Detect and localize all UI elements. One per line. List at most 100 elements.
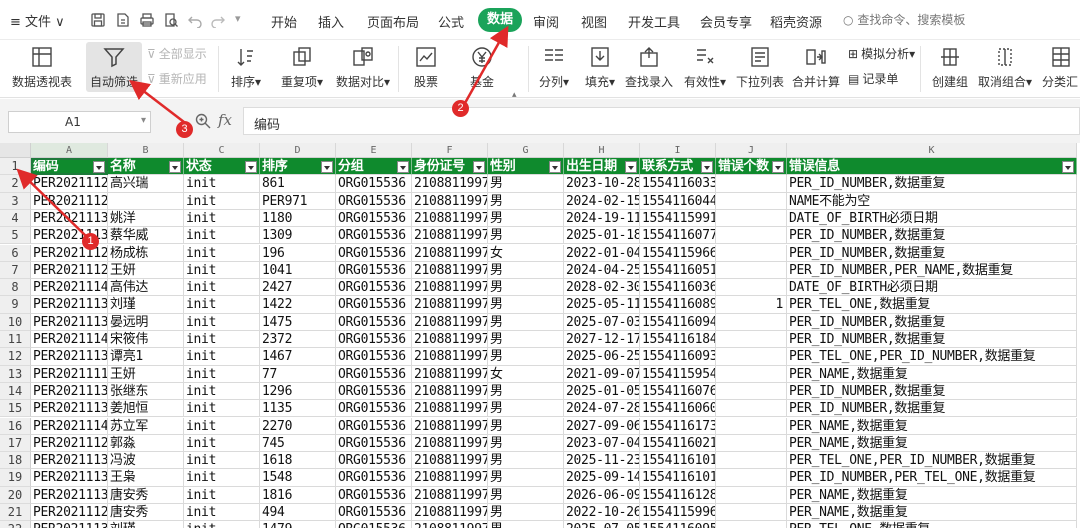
row-header[interactable]: 4 xyxy=(0,209,31,228)
table-cell[interactable]: 1475 xyxy=(260,313,336,331)
undo-icon[interactable] xyxy=(187,12,203,29)
table-cell[interactable]: 2021-09-07 xyxy=(564,365,640,383)
column-header[interactable]: F xyxy=(412,143,488,158)
table-cell[interactable]: ORG015536 xyxy=(336,486,412,504)
table-cell[interactable]: init xyxy=(184,400,260,418)
table-cell[interactable]: 15541160211 xyxy=(640,434,716,453)
table-cell[interactable]: 77 xyxy=(260,365,336,383)
fill-button[interactable]: 填充▾ xyxy=(582,42,618,90)
quick-access-more-icon[interactable]: ▾ xyxy=(235,12,251,28)
filter-dropdown-icon[interactable] xyxy=(93,161,105,173)
table-cell[interactable]: PER_ID_NUMBER,数据重复 xyxy=(787,175,1077,193)
table-cell[interactable]: PER_NAME,数据重复 xyxy=(787,434,1077,453)
data-compare-button[interactable]: 数据对比▾ xyxy=(334,42,392,90)
table-cell[interactable]: 男 xyxy=(488,486,564,504)
file-menu[interactable]: ≡ 文件 ∨ xyxy=(10,11,65,30)
table-cell[interactable]: 刘瑾 xyxy=(108,521,184,528)
table-cell[interactable]: 1479 xyxy=(260,521,336,528)
tab-page-layout[interactable]: 页面布局 xyxy=(367,12,419,31)
table-cell[interactable] xyxy=(716,192,787,210)
table-cell[interactable]: 男 xyxy=(488,417,564,435)
table-cell[interactable]: 15541161012 xyxy=(640,469,716,487)
header-cell[interactable]: 身份证号 xyxy=(412,158,488,176)
table-cell[interactable]: 2108811997 xyxy=(412,348,488,366)
table-cell[interactable]: 1548 xyxy=(260,469,336,487)
table-cell[interactable]: 杨成栋 xyxy=(108,244,184,262)
table-cell[interactable]: 男 xyxy=(488,296,564,314)
table-cell[interactable]: init xyxy=(184,296,260,314)
table-cell[interactable]: init xyxy=(184,331,260,349)
table-cell[interactable] xyxy=(716,365,787,383)
table-cell[interactable]: ORG015536 xyxy=(336,296,412,314)
table-cell[interactable]: 2024-02-15 xyxy=(564,192,640,210)
table-cell[interactable]: ORG015536 xyxy=(336,504,412,522)
table-cell[interactable]: 15541160331 xyxy=(640,175,716,193)
table-cell[interactable]: 冯波 xyxy=(108,452,184,470)
table-cell[interactable]: 1135 xyxy=(260,400,336,418)
column-header[interactable]: G xyxy=(488,143,564,158)
table-cell[interactable]: 王枭 xyxy=(108,469,184,487)
table-cell[interactable]: init xyxy=(184,227,260,245)
print-icon[interactable] xyxy=(139,12,155,28)
table-cell[interactable]: init xyxy=(184,348,260,366)
table-cell[interactable]: PER2021112 xyxy=(31,261,108,280)
header-cell[interactable]: 性别 xyxy=(488,158,564,176)
row-header[interactable]: 6 xyxy=(0,244,31,262)
table-cell[interactable]: 男 xyxy=(488,192,564,210)
table-cell[interactable]: PER2021112 xyxy=(31,192,108,210)
table-cell[interactable]: PER2021113 xyxy=(31,348,108,366)
table-cell[interactable] xyxy=(716,209,787,228)
table-cell[interactable]: 男 xyxy=(488,279,564,297)
show-all-button[interactable]: ⊽ 全部显示 xyxy=(147,45,207,62)
row-header[interactable]: 20 xyxy=(0,486,31,504)
tab-home[interactable]: 开始 xyxy=(271,12,297,31)
stock-button[interactable]: 股票 xyxy=(406,42,446,90)
table-cell[interactable] xyxy=(716,452,787,470)
table-cell[interactable] xyxy=(716,486,787,504)
table-cell[interactable]: init xyxy=(184,417,260,435)
filter-dropdown-icon[interactable] xyxy=(321,161,333,173)
filter-dropdown-icon[interactable] xyxy=(701,161,713,173)
tab-member[interactable]: 会员专享 xyxy=(700,12,752,31)
table-cell[interactable]: 男 xyxy=(488,331,564,349)
table-cell[interactable]: 姜旭恒 xyxy=(108,400,184,418)
table-cell[interactable]: init xyxy=(184,469,260,487)
table-cell[interactable]: 男 xyxy=(488,434,564,453)
lookup-entry-button[interactable]: 查找录入 xyxy=(625,42,673,90)
table-cell[interactable]: 15541160441 xyxy=(640,192,716,210)
header-cell[interactable]: 联系方式 xyxy=(640,158,716,176)
tab-review[interactable]: 审阅 xyxy=(533,12,559,31)
table-cell[interactable]: PER_ID_NUMBER,PER_NAME,数据重复 xyxy=(787,261,1077,280)
ungroup-button[interactable]: 取消组合▾ xyxy=(976,42,1034,90)
table-cell[interactable]: 女 xyxy=(488,244,564,262)
table-cell[interactable]: PER2021112 xyxy=(31,175,108,193)
table-cell[interactable]: 2108811997 xyxy=(412,244,488,262)
table-cell[interactable]: 2108811997 xyxy=(412,227,488,245)
table-cell[interactable]: 2025-05-11 xyxy=(564,296,640,314)
table-cell[interactable]: ORG015536 xyxy=(336,175,412,193)
table-cell[interactable]: PER2021113 xyxy=(31,313,108,331)
table-cell[interactable]: 2108811997 xyxy=(412,313,488,331)
table-cell[interactable]: 高兴瑞 xyxy=(108,175,184,193)
table-cell[interactable]: 15541160512 xyxy=(640,261,716,280)
table-cell[interactable]: PER2021112 xyxy=(31,504,108,522)
table-cell[interactable]: 蔡华威 xyxy=(108,227,184,245)
table-cell[interactable] xyxy=(716,504,787,522)
table-cell[interactable]: PER971 xyxy=(260,192,336,210)
filter-dropdown-icon[interactable] xyxy=(625,161,637,173)
table-cell[interactable]: ORG015536 xyxy=(336,192,412,210)
table-cell[interactable]: 2027-12-17 xyxy=(564,331,640,349)
table-cell[interactable]: ORG015536 xyxy=(336,209,412,228)
table-cell[interactable]: 唐安秀 xyxy=(108,486,184,504)
pivot-table-button[interactable]: 数据透视表 xyxy=(10,42,74,90)
table-cell[interactable]: 15541160761 xyxy=(640,382,716,401)
table-cell[interactable]: PER2021113 xyxy=(31,296,108,314)
table-cell[interactable]: 郭淼 xyxy=(108,434,184,453)
tab-developer[interactable]: 开发工具 xyxy=(628,12,680,31)
tab-view[interactable]: 视图 xyxy=(581,12,607,31)
table-cell[interactable]: 1 xyxy=(716,296,787,314)
row-header[interactable]: 10 xyxy=(0,313,31,331)
row-header[interactable]: 5 xyxy=(0,227,31,245)
table-cell[interactable]: 15541160361 xyxy=(640,279,716,297)
column-header[interactable]: E xyxy=(336,143,412,158)
